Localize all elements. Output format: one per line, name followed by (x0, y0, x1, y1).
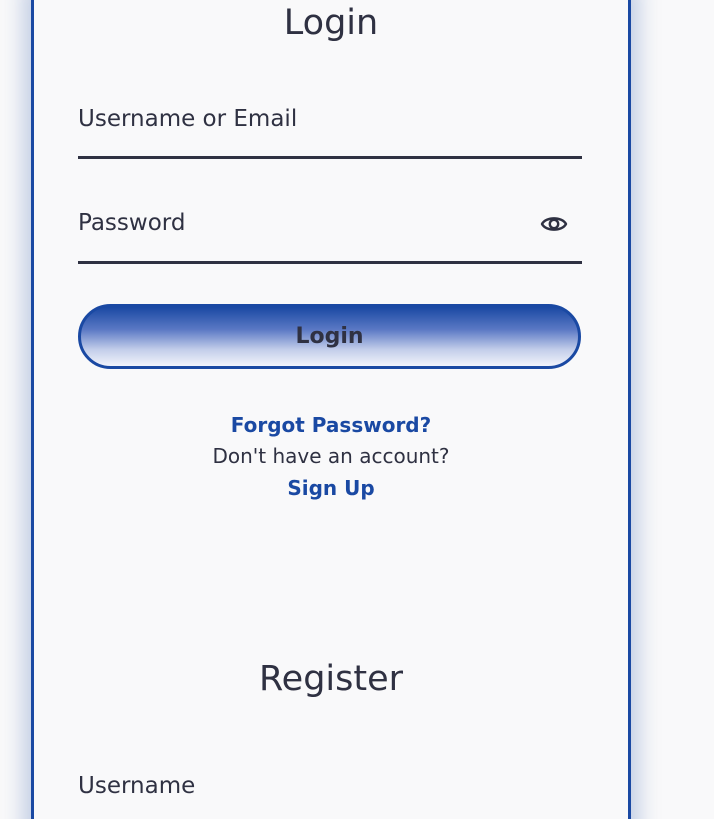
login-title: Login (283, 3, 379, 43)
eye-icon[interactable] (540, 213, 568, 235)
username-or-email-label: Username or Email (78, 106, 298, 132)
register-username-label: Username (78, 773, 196, 799)
register-title: Register (258, 659, 404, 699)
forgot-password-link[interactable]: Forgot Password? (34, 413, 628, 437)
sign-up-link[interactable]: Sign Up (34, 476, 628, 500)
username-or-email-field[interactable]: Username or Email (78, 101, 582, 159)
no-account-text: Don't have an account? (212, 444, 450, 468)
page: Login Username or Email Password Login F… (0, 0, 714, 819)
auth-card: Login Username or Email Password Login F… (31, 0, 631, 819)
register-username-field[interactable]: Username (78, 771, 582, 819)
password-field[interactable]: Password (78, 206, 582, 264)
password-label: Password (78, 210, 186, 236)
login-button[interactable]: Login (78, 304, 581, 369)
